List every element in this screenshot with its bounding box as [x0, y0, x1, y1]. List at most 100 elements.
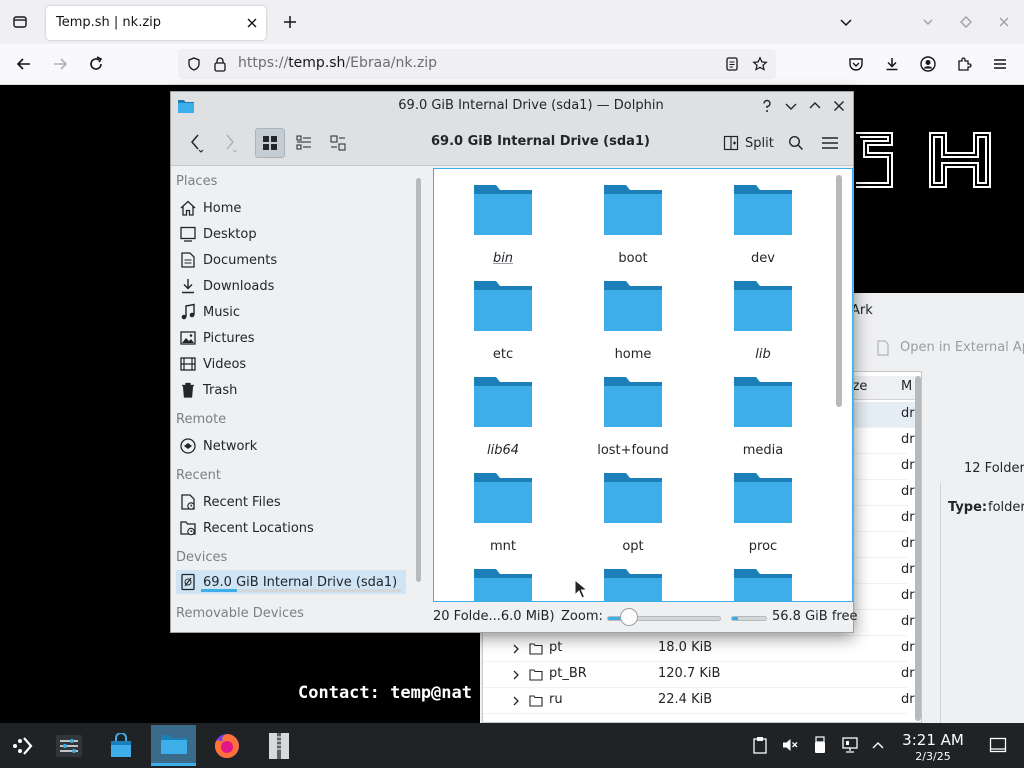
close-window-icon[interactable] — [992, 10, 1016, 34]
folder-item[interactable]: boot — [578, 173, 688, 269]
dolphin-window[interactable]: 69.0 GiB Internal Drive (sda1) — Dolphin — [170, 91, 857, 633]
bookmark-star-icon[interactable] — [748, 52, 772, 76]
folder-item[interactable]: home — [578, 269, 688, 365]
pocket-icon[interactable] — [844, 52, 868, 76]
places-scrollbar[interactable] — [414, 178, 422, 584]
ark-row-name: ru — [549, 692, 563, 707]
folder-item[interactable] — [578, 557, 688, 601]
application-launcher[interactable] — [0, 725, 45, 766]
split-button[interactable]: Split — [719, 128, 778, 158]
usb-device-icon[interactable] — [810, 735, 830, 755]
desktop-icon — [180, 226, 196, 242]
volume-muted-icon[interactable] — [780, 735, 800, 755]
split-view-icon — [723, 135, 739, 151]
places-item-network[interactable]: Network — [176, 434, 406, 458]
drive-usage-fill — [201, 589, 237, 592]
network-wired-icon[interactable] — [840, 735, 860, 755]
status-folder-count: 20 Folde...6.0 MiB) — [433, 609, 555, 624]
folder-item[interactable] — [448, 557, 558, 601]
lock-icon[interactable] — [208, 52, 232, 76]
window-minimize-icon[interactable] — [779, 94, 803, 118]
info-type-label: Type: — [948, 500, 988, 515]
places-item-trash[interactable]: Trash — [176, 378, 406, 402]
recent-files-icon — [181, 494, 195, 510]
tab-list-icon[interactable] — [8, 10, 32, 34]
tracking-shield-icon[interactable] — [182, 52, 206, 76]
places-item-recent-files[interactable]: Recent Files — [176, 490, 406, 514]
places-item-recent-locations[interactable]: Recent Locations — [176, 516, 406, 540]
search-button[interactable] — [781, 128, 811, 158]
dolphin-titlebar[interactable]: 69.0 GiB Internal Drive (sda1) — Dolphin — [171, 92, 853, 120]
places-item-downloads[interactable]: Downloads — [176, 274, 406, 298]
browser-tab[interactable]: Temp.sh | nk.zip — [46, 6, 266, 40]
folder-item[interactable]: lost+found — [578, 365, 688, 461]
app-menu-icon[interactable] — [988, 52, 1012, 76]
places-item-music[interactable]: Music — [176, 300, 406, 324]
places-item-pictures[interactable]: Pictures — [176, 326, 406, 350]
close-tab-icon[interactable] — [240, 11, 264, 35]
column-mode-header[interactable]: M — [901, 379, 912, 394]
clipboard-icon[interactable] — [750, 735, 770, 755]
places-item-documents[interactable]: Documents — [176, 248, 406, 272]
view-compact-button[interactable] — [289, 128, 319, 158]
ark-list-row[interactable]: pt 18.0 KiB dr — [483, 636, 915, 662]
forward-icon[interactable] — [48, 52, 72, 76]
go-forward-button[interactable] — [215, 128, 245, 158]
back-icon[interactable] — [12, 52, 36, 76]
folder-item[interactable]: media — [708, 365, 818, 461]
file-view-scrollbar[interactable] — [836, 175, 842, 407]
trash-icon — [182, 382, 194, 398]
clock-date[interactable]: 2/3/25 — [878, 750, 988, 763]
file-view[interactable]: bin boot dev etc home lib lib64 lost+found media… — [433, 168, 853, 602]
folder-item[interactable] — [708, 557, 818, 601]
taskbar-ark[interactable] — [256, 725, 301, 766]
folder-item[interactable]: mnt — [448, 461, 558, 557]
folder-item[interactable]: dev — [708, 173, 818, 269]
expand-chevron-icon[interactable] — [511, 644, 521, 654]
view-icons-button[interactable] — [255, 128, 285, 158]
folder-item[interactable]: lib64 — [448, 365, 558, 461]
folder-item[interactable]: bin — [448, 173, 558, 269]
details-view-icon — [330, 135, 346, 151]
window-close-icon[interactable] — [827, 94, 851, 118]
firefox-icon — [214, 733, 239, 758]
places-item-videos[interactable]: Videos — [176, 352, 406, 376]
ark-row-mode: dr — [901, 640, 915, 655]
downloads-icon[interactable] — [880, 52, 904, 76]
window-maximize-icon[interactable] — [803, 94, 827, 118]
maximize-icon[interactable] — [954, 10, 978, 34]
help-icon[interactable] — [755, 94, 779, 118]
ark-list-row[interactable]: pt_BR 120.7 KiB dr — [483, 662, 915, 688]
places-scrollbar-thumb[interactable] — [416, 178, 421, 582]
expand-chevron-icon[interactable] — [511, 670, 521, 680]
account-icon[interactable] — [916, 52, 940, 76]
places-item-desktop[interactable]: Desktop — [176, 222, 406, 246]
reader-view-icon[interactable] — [720, 52, 744, 76]
folder-item[interactable]: lib — [708, 269, 818, 365]
folder-name: bin — [492, 251, 514, 266]
ark-scrollbar[interactable] — [915, 376, 921, 721]
folder-item[interactable]: proc — [708, 461, 818, 557]
ark-list-row[interactable]: ru 22.4 KiB dr — [483, 688, 915, 714]
show-desktop-icon[interactable] — [988, 735, 1008, 755]
new-tab-icon[interactable] — [278, 10, 302, 34]
expand-chevron-icon[interactable] — [511, 696, 521, 706]
view-details-button[interactable] — [323, 128, 353, 158]
taskbar-firefox[interactable] — [204, 725, 249, 766]
taskbar-discover[interactable] — [98, 725, 143, 766]
minimize-icon[interactable] — [916, 10, 940, 34]
hamburger-menu-button[interactable] — [815, 128, 845, 158]
reload-icon[interactable] — [84, 52, 108, 76]
places-item-home[interactable]: Home — [176, 196, 406, 220]
clock-time[interactable]: 3:21 AM — [878, 731, 988, 749]
extensions-icon[interactable] — [952, 52, 976, 76]
taskbar-system-settings[interactable] — [46, 725, 91, 766]
document-icon — [877, 340, 889, 356]
folder-item[interactable]: opt — [578, 461, 688, 557]
taskbar-dolphin[interactable] — [151, 725, 196, 766]
zoom-slider-handle[interactable] — [620, 608, 638, 626]
folder-item[interactable]: etc — [448, 269, 558, 365]
url-bar[interactable]: https://temp.sh/Ebraa/nk.zip — [178, 49, 776, 79]
go-back-button[interactable] — [181, 128, 211, 158]
list-all-tabs-icon[interactable] — [834, 10, 858, 34]
